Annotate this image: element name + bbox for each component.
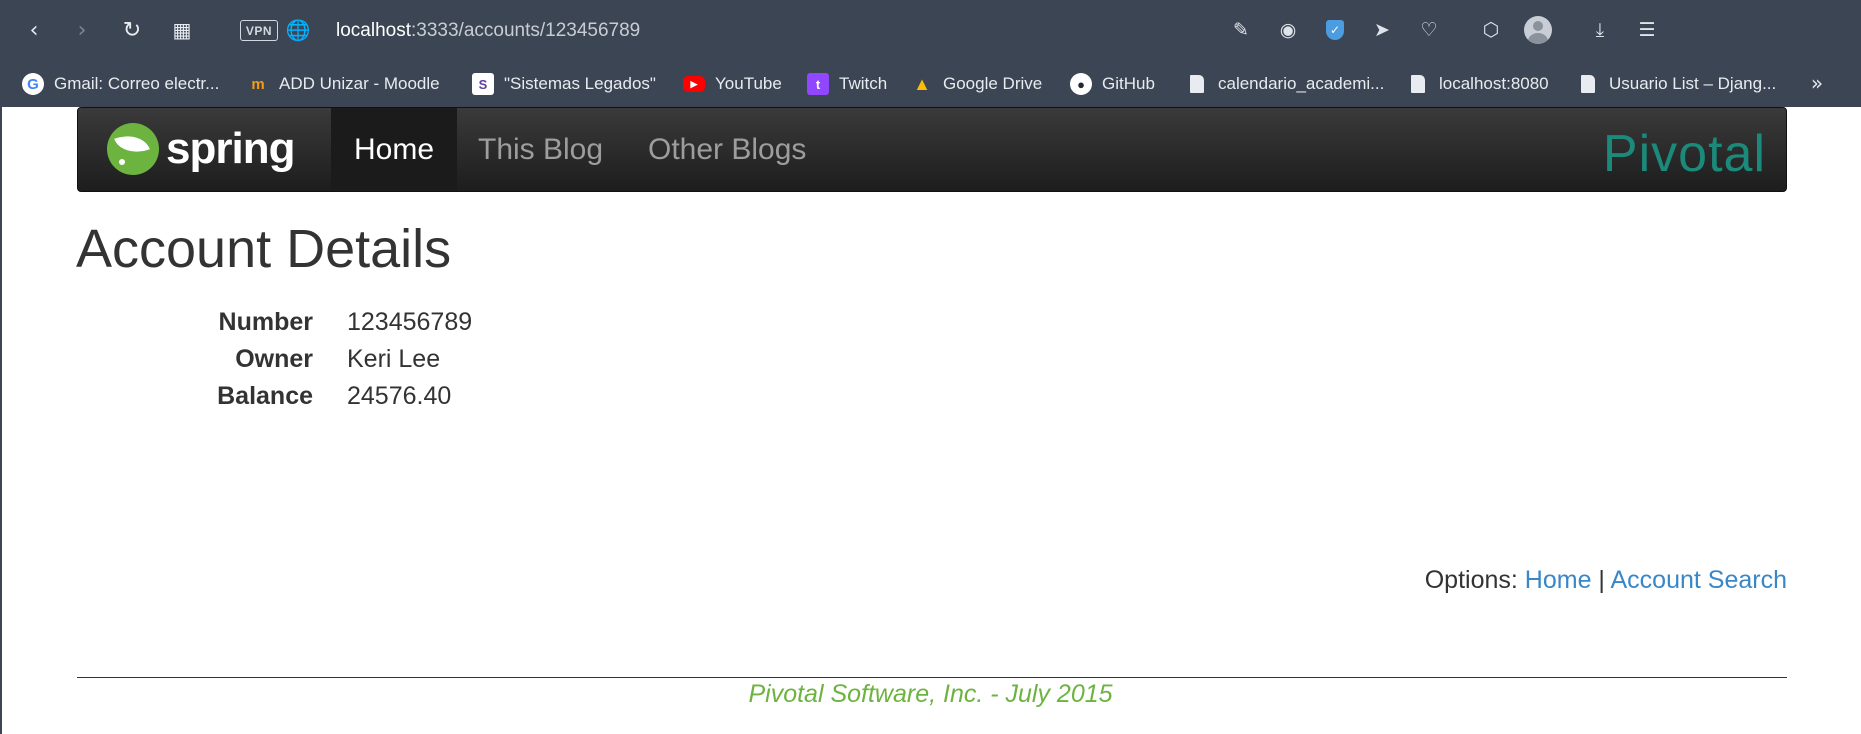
brand-text: spring bbox=[166, 124, 295, 173]
bookmark-label: localhost:8080 bbox=[1439, 74, 1549, 93]
document-icon bbox=[1186, 73, 1208, 95]
globe-icon[interactable]: 🌐 bbox=[282, 14, 314, 46]
page-title: Account Details bbox=[76, 219, 452, 279]
detail-label: Number bbox=[218, 308, 313, 336]
options-separator: | bbox=[1598, 566, 1605, 594]
send-icon[interactable]: ➤ bbox=[1366, 14, 1398, 46]
document-icon bbox=[1407, 73, 1429, 95]
back-icon[interactable]: ‹ bbox=[18, 14, 50, 46]
github-icon: ● bbox=[1070, 73, 1092, 95]
bookmark-twitch[interactable]: t Twitch bbox=[807, 69, 887, 99]
bookmark-google-drive[interactable]: ▲ Google Drive bbox=[911, 69, 1042, 99]
document-icon bbox=[1577, 73, 1599, 95]
bookmark-label: Gmail: Correo electr... bbox=[54, 74, 220, 93]
avatar[interactable] bbox=[1522, 14, 1554, 46]
url-host: localhost bbox=[336, 20, 411, 41]
bookmark-usuario-list[interactable]: Usuario List – Djang... bbox=[1577, 69, 1776, 99]
browser-toolbar: ‹ › ↻ ▦ VPN 🌐 localhost:3333/accounts/12… bbox=[0, 0, 1861, 62]
bookmark-label: "Sistemas Legados" bbox=[504, 74, 656, 93]
menu-icon[interactable]: ☰ bbox=[1631, 14, 1663, 46]
google-drive-icon: ▲ bbox=[913, 73, 931, 94]
detail-value: 123456789 bbox=[347, 308, 473, 336]
spring-leaf-icon bbox=[107, 123, 159, 175]
footer-text: Pivotal Software, Inc. - July 2015 bbox=[748, 680, 1113, 708]
bookmark-label: Twitch bbox=[839, 74, 888, 93]
bookmarks-overflow-icon[interactable]: » bbox=[1803, 68, 1831, 98]
speed-dial-icon[interactable]: ▦ bbox=[166, 14, 198, 46]
bookmark-youtube[interactable]: ▶ YouTube bbox=[683, 69, 782, 99]
detail-label: Balance bbox=[217, 382, 313, 410]
bookmark-moodle[interactable]: m ADD Unizar - Moodle bbox=[247, 69, 440, 99]
home-link[interactable]: Home bbox=[1525, 566, 1592, 594]
options-bar: Options: Home | Account Search bbox=[1425, 566, 1787, 595]
spring-logo[interactable]: spring bbox=[107, 121, 295, 177]
pivotal-logo[interactable]: Pivotal bbox=[1603, 124, 1766, 184]
detail-label: Owner bbox=[235, 345, 313, 373]
camera-icon[interactable]: ◉ bbox=[1272, 14, 1304, 46]
reload-icon[interactable]: ↻ bbox=[116, 14, 148, 46]
bookmark-label: YouTube bbox=[715, 74, 782, 93]
sistemas-icon: S bbox=[472, 73, 494, 95]
bookmark-label: ADD Unizar - Moodle bbox=[279, 74, 440, 93]
detail-value: 24576.40 bbox=[347, 382, 452, 410]
bookmark-calendario[interactable]: calendario_academi... bbox=[1186, 69, 1384, 99]
url-path: :3333/accounts/123456789 bbox=[411, 20, 641, 41]
moodle-icon: m bbox=[251, 75, 265, 93]
youtube-icon: ▶ bbox=[683, 76, 705, 92]
window-edge bbox=[0, 107, 2, 734]
cube-icon[interactable]: ⬡ bbox=[1475, 14, 1507, 46]
heart-icon[interactable]: ♡ bbox=[1413, 14, 1445, 46]
bookmarks-bar: G Gmail: Correo electr... m ADD Unizar - M… bbox=[0, 62, 1861, 107]
shield-icon[interactable]: ✓ bbox=[1319, 14, 1351, 46]
nav-this-blog[interactable]: This Blog bbox=[478, 108, 603, 191]
bookmark-label: Google Drive bbox=[943, 74, 1043, 93]
edit-page-icon[interactable]: ✎ bbox=[1225, 14, 1257, 46]
account-search-link[interactable]: Account Search bbox=[1611, 566, 1788, 594]
site-navbar: spring Home This Blog Other Blogs Pivota… bbox=[77, 107, 1787, 192]
footer-divider bbox=[77, 677, 1787, 678]
bookmark-label: Usuario List – Djang... bbox=[1609, 74, 1777, 93]
download-icon[interactable]: ⤓ bbox=[1584, 14, 1616, 46]
bookmark-label: calendario_academi... bbox=[1218, 74, 1385, 93]
forward-icon[interactable]: › bbox=[66, 14, 98, 46]
options-label: Options: bbox=[1424, 566, 1518, 594]
nav-other-blogs[interactable]: Other Blogs bbox=[648, 108, 806, 191]
google-icon: G bbox=[22, 73, 44, 95]
bookmark-sistemas-legados[interactable]: S "Sistemas Legados" bbox=[472, 69, 656, 99]
bookmark-localhost[interactable]: localhost:8080 bbox=[1407, 69, 1549, 99]
address-bar[interactable]: localhost:3333/accounts/123456789 bbox=[336, 18, 640, 44]
twitch-icon: t bbox=[807, 73, 829, 95]
bookmark-label: GitHub bbox=[1102, 74, 1155, 93]
nav-home[interactable]: Home bbox=[331, 108, 458, 191]
vpn-badge[interactable]: VPN bbox=[240, 20, 278, 41]
bookmark-gmail[interactable]: G Gmail: Correo electr... bbox=[22, 69, 219, 99]
bookmark-github[interactable]: ● GitHub bbox=[1070, 69, 1155, 99]
detail-value: Keri Lee bbox=[347, 345, 441, 373]
